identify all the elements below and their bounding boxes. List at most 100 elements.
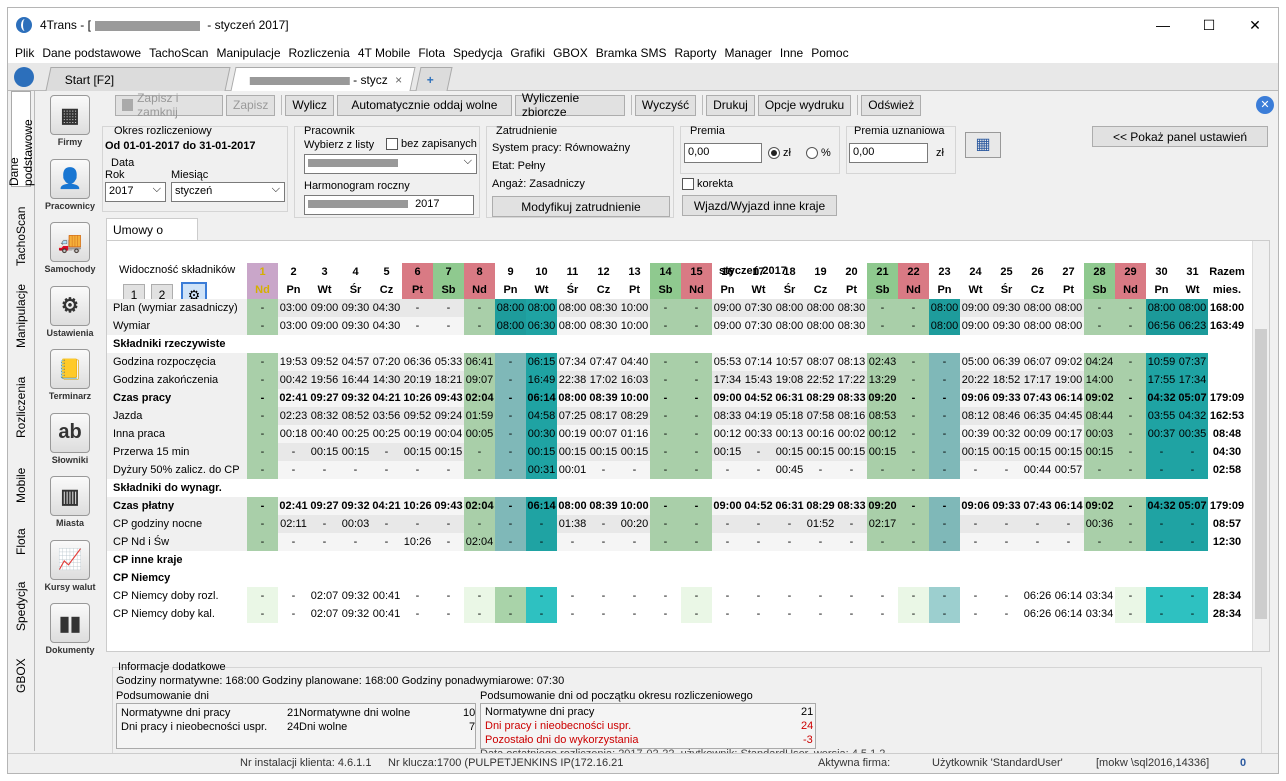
- cell[interactable]: -: [681, 605, 712, 623]
- cell[interactable]: -: [712, 515, 743, 533]
- cell[interactable]: -: [1115, 425, 1146, 443]
- cell[interactable]: -: [650, 353, 681, 371]
- cell[interactable]: -: [247, 389, 278, 407]
- cell[interactable]: 00:09: [1022, 425, 1053, 443]
- cell[interactable]: 00:02: [836, 425, 867, 443]
- cell[interactable]: -: [619, 461, 650, 479]
- cell[interactable]: 08:30: [588, 317, 619, 335]
- cell[interactable]: 06:14: [526, 497, 557, 515]
- cell[interactable]: 05:07: [1177, 389, 1208, 407]
- cell[interactable]: -: [247, 425, 278, 443]
- month-select[interactable]: styczeń: [171, 182, 285, 202]
- cell[interactable]: 17:22: [836, 371, 867, 389]
- cell[interactable]: -: [1146, 605, 1177, 623]
- cell[interactable]: -: [1022, 515, 1053, 533]
- cell[interactable]: -: [960, 461, 991, 479]
- cell[interactable]: 09:00: [712, 389, 743, 407]
- cell[interactable]: -: [247, 407, 278, 425]
- cell[interactable]: 08:00: [774, 317, 805, 335]
- cell[interactable]: -: [929, 605, 960, 623]
- maximize-button[interactable]: ☐: [1186, 8, 1232, 42]
- cell[interactable]: -: [247, 515, 278, 533]
- cell[interactable]: 00:19: [557, 425, 588, 443]
- menu-4[interactable]: Rozliczenia: [285, 46, 354, 60]
- cell[interactable]: 04:57: [340, 353, 371, 371]
- cell[interactable]: 07:20: [371, 353, 402, 371]
- cell[interactable]: -: [1115, 515, 1146, 533]
- cell[interactable]: -: [650, 443, 681, 461]
- cell[interactable]: 00:41: [371, 587, 402, 605]
- menu-5[interactable]: 4T Mobile: [354, 46, 414, 60]
- cell[interactable]: -: [743, 443, 774, 461]
- cell[interactable]: 04:52: [743, 389, 774, 407]
- cell[interactable]: 08:32: [309, 407, 340, 425]
- cell[interactable]: 09:00: [712, 299, 743, 317]
- cell[interactable]: 09:30: [991, 317, 1022, 335]
- cell[interactable]: 00:15: [1022, 443, 1053, 461]
- cell[interactable]: -: [1022, 533, 1053, 551]
- cell[interactable]: -: [247, 371, 278, 389]
- menu-9[interactable]: GBOX: [549, 46, 592, 60]
- cell[interactable]: -: [836, 533, 867, 551]
- cell[interactable]: 08:33: [836, 389, 867, 407]
- cell[interactable]: -: [557, 533, 588, 551]
- cell[interactable]: -: [247, 317, 278, 335]
- cell[interactable]: 00:30: [526, 425, 557, 443]
- cell[interactable]: -: [681, 515, 712, 533]
- cell[interactable]: -: [247, 299, 278, 317]
- cell[interactable]: 06:41: [464, 353, 495, 371]
- cell[interactable]: -: [433, 515, 464, 533]
- cell[interactable]: -: [1146, 461, 1177, 479]
- cell[interactable]: -: [650, 515, 681, 533]
- cell[interactable]: -: [433, 317, 464, 335]
- cell[interactable]: 08:00: [557, 317, 588, 335]
- cell[interactable]: 22:52: [805, 371, 836, 389]
- cell[interactable]: -: [309, 515, 340, 533]
- cell[interactable]: -: [402, 515, 433, 533]
- cell[interactable]: 04:30: [371, 299, 402, 317]
- cell[interactable]: 07:14: [743, 353, 774, 371]
- cell[interactable]: 04:24: [1084, 353, 1115, 371]
- cell[interactable]: -: [898, 515, 929, 533]
- cell[interactable]: 09:06: [960, 497, 991, 515]
- cell[interactable]: -: [247, 461, 278, 479]
- cell[interactable]: -: [1084, 317, 1115, 335]
- cell[interactable]: 02:04: [464, 533, 495, 551]
- cell[interactable]: 05:18: [774, 407, 805, 425]
- cell[interactable]: -: [929, 461, 960, 479]
- cell[interactable]: -: [402, 587, 433, 605]
- cell[interactable]: 02:41: [278, 389, 309, 407]
- cell[interactable]: 07:37: [1177, 353, 1208, 371]
- close-window-button[interactable]: ✕: [1232, 8, 1278, 42]
- cell[interactable]: 10:00: [619, 389, 650, 407]
- bonus-input[interactable]: 0,00: [684, 143, 762, 163]
- cell[interactable]: -: [650, 533, 681, 551]
- cell[interactable]: -: [898, 353, 929, 371]
- cell[interactable]: -: [402, 317, 433, 335]
- cell[interactable]: 09:00: [960, 299, 991, 317]
- cell[interactable]: -: [898, 533, 929, 551]
- cell[interactable]: -: [805, 605, 836, 623]
- cell[interactable]: -: [495, 497, 526, 515]
- cell[interactable]: -: [557, 587, 588, 605]
- cell[interactable]: 00:18: [278, 425, 309, 443]
- cell[interactable]: 20:19: [402, 371, 433, 389]
- cell[interactable]: -: [278, 587, 309, 605]
- cell[interactable]: 00:16: [805, 425, 836, 443]
- cell[interactable]: -: [1115, 443, 1146, 461]
- cell[interactable]: 00:25: [371, 425, 402, 443]
- cell[interactable]: 06:14: [1053, 497, 1084, 515]
- cell[interactable]: -: [898, 407, 929, 425]
- cell[interactable]: -: [681, 461, 712, 479]
- cell[interactable]: 01:38: [557, 515, 588, 533]
- cell[interactable]: 04:52: [743, 497, 774, 515]
- cell[interactable]: 09:33: [991, 389, 1022, 407]
- menu-8[interactable]: Grafiki: [506, 46, 549, 60]
- cell[interactable]: 08:00: [1053, 299, 1084, 317]
- cell[interactable]: -: [681, 317, 712, 335]
- harmonogram-field[interactable]: 2017: [304, 195, 474, 215]
- cell[interactable]: -: [1146, 443, 1177, 461]
- cell[interactable]: 09:52: [402, 407, 433, 425]
- cell[interactable]: 06:07: [1022, 353, 1053, 371]
- cell[interactable]: -: [1115, 587, 1146, 605]
